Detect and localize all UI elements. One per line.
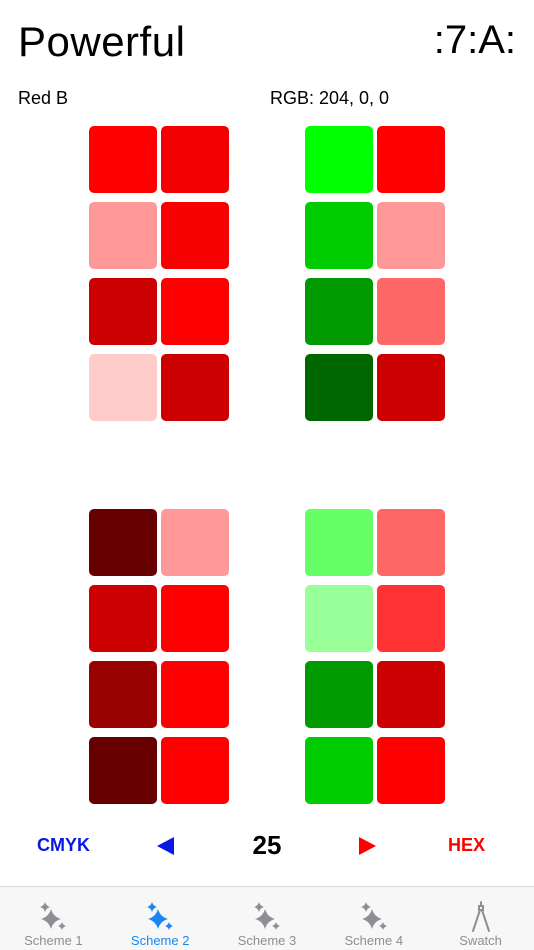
value-display: 25 xyxy=(252,830,282,860)
tab-scheme-2[interactable]: Scheme 2 xyxy=(107,887,214,950)
app-logo: :7:A: xyxy=(433,18,516,62)
palette-bottom-left xyxy=(89,509,229,804)
color-swatch[interactable] xyxy=(89,661,157,728)
cmyk-button[interactable]: CMYK xyxy=(37,835,90,856)
color-swatch[interactable] xyxy=(377,354,445,421)
tab-label: Swatch xyxy=(459,933,502,948)
palette-top-left xyxy=(89,126,229,421)
color-swatch[interactable] xyxy=(305,202,373,269)
color-swatch[interactable] xyxy=(377,202,445,269)
color-swatch[interactable] xyxy=(377,737,445,804)
color-swatch[interactable] xyxy=(305,509,373,576)
sparkles-icon xyxy=(360,902,387,930)
tab-bar: Scheme 1 Scheme 2 Scheme 3 Scheme 4 Swat… xyxy=(0,886,534,950)
color-swatch[interactable] xyxy=(305,126,373,193)
color-swatch[interactable] xyxy=(305,278,373,345)
color-name: Red B xyxy=(18,88,69,108)
tab-label: Scheme 3 xyxy=(237,933,297,948)
color-swatch[interactable] xyxy=(89,737,157,804)
color-swatch[interactable] xyxy=(377,126,445,193)
color-swatch[interactable] xyxy=(161,278,229,345)
previous-arrow-icon[interactable] xyxy=(157,837,174,855)
color-swatch[interactable] xyxy=(305,354,373,421)
app-title: Powerful xyxy=(18,18,186,65)
color-swatch[interactable] xyxy=(305,585,373,652)
next-arrow-icon[interactable] xyxy=(359,837,376,855)
color-swatch[interactable] xyxy=(89,509,157,576)
tab-swatch[interactable]: Swatch xyxy=(427,887,534,950)
color-swatch[interactable] xyxy=(161,585,229,652)
color-swatch[interactable] xyxy=(161,661,229,728)
color-swatch[interactable] xyxy=(377,509,445,576)
color-swatch[interactable] xyxy=(161,202,229,269)
tab-label: Scheme 2 xyxy=(130,933,190,948)
color-swatch[interactable] xyxy=(89,202,157,269)
color-swatch[interactable] xyxy=(161,509,229,576)
tab-scheme-4[interactable]: Scheme 4 xyxy=(320,887,427,950)
color-swatch[interactable] xyxy=(89,126,157,193)
color-swatch[interactable] xyxy=(305,661,373,728)
color-swatch[interactable] xyxy=(89,585,157,652)
sparkles-icon xyxy=(40,902,67,930)
color-swatch[interactable] xyxy=(89,354,157,421)
color-swatch[interactable] xyxy=(377,661,445,728)
sparkles-icon xyxy=(147,902,174,930)
color-swatch[interactable] xyxy=(161,354,229,421)
tab-scheme-3[interactable]: Scheme 3 xyxy=(214,887,321,950)
controls-bar: CMYK 25 HEX xyxy=(0,820,534,872)
color-swatch[interactable] xyxy=(377,278,445,345)
tab-label: Scheme 4 xyxy=(344,933,404,948)
color-swatch[interactable] xyxy=(305,737,373,804)
palette-top-right xyxy=(305,126,445,421)
hex-button[interactable]: HEX xyxy=(448,835,485,856)
palette-bottom-right xyxy=(305,509,445,804)
compass-icon xyxy=(471,901,490,932)
color-swatch[interactable] xyxy=(89,278,157,345)
sparkles-icon xyxy=(253,902,280,930)
tab-label: Scheme 1 xyxy=(24,933,83,948)
color-swatch[interactable] xyxy=(377,585,445,652)
tab-scheme-1[interactable]: Scheme 1 xyxy=(0,887,107,950)
rgb-value: RGB: 204, 0, 0 xyxy=(270,88,390,108)
color-swatch[interactable] xyxy=(161,737,229,804)
color-swatch[interactable] xyxy=(161,126,229,193)
